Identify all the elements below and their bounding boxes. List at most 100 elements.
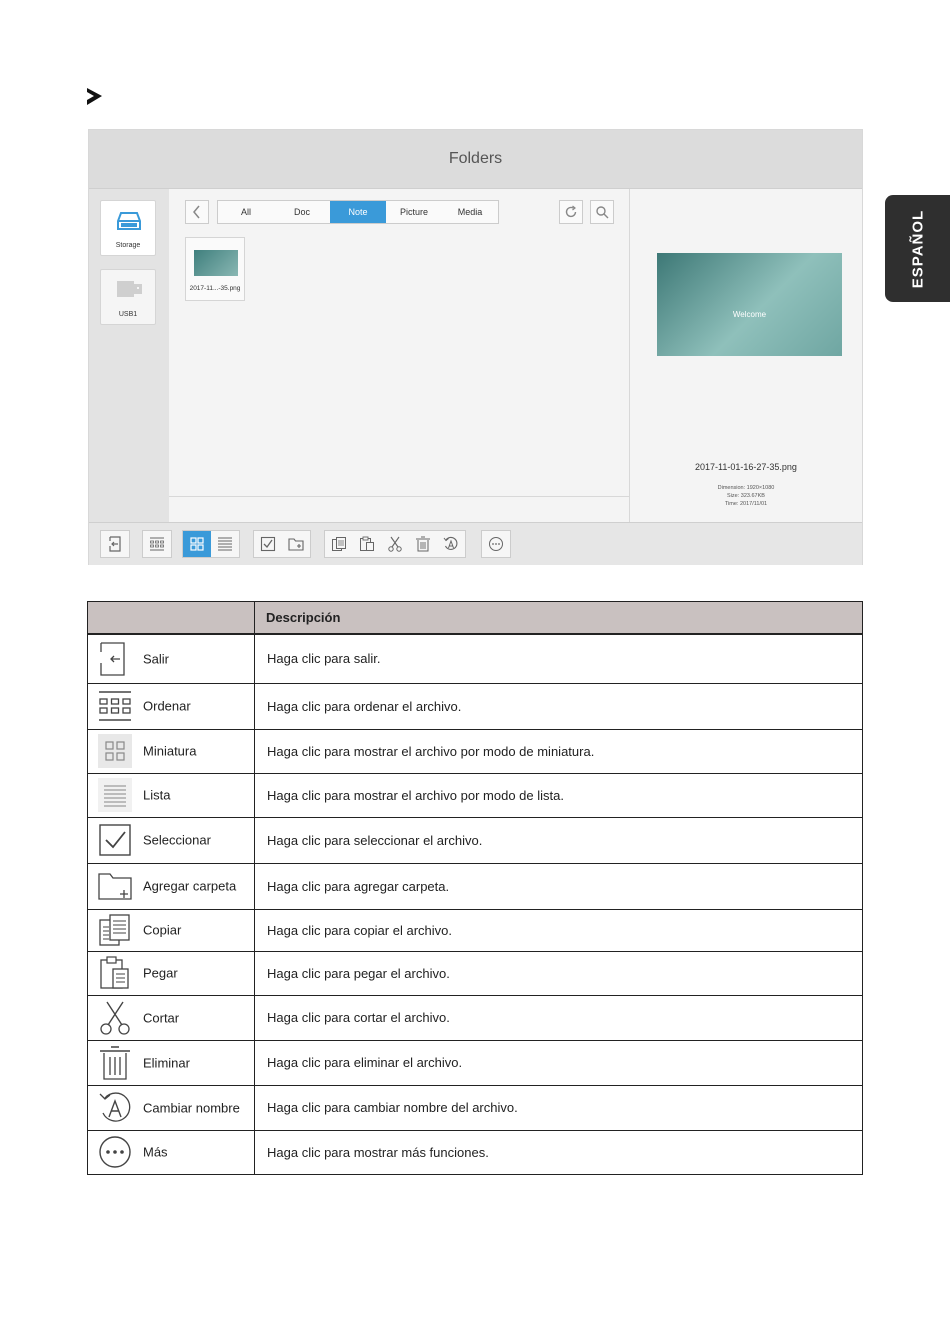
storage-sidebar: Storage USB1 [89, 189, 169, 522]
app-header: Folders [89, 130, 862, 189]
table-row: Salir Haga clic para salir. [87, 633, 863, 684]
row-name: Eliminar [143, 1055, 190, 1070]
folders-app-screenshot: Folders Storage USB1 All Doc Note Pictur… [88, 129, 863, 565]
thumbnail-icon [98, 734, 132, 768]
row-description: Haga clic para mostrar el archivo por mo… [254, 772, 863, 818]
more-icon [98, 1135, 132, 1169]
row-name: Cortar [143, 1010, 180, 1025]
exit-button[interactable] [101, 531, 129, 557]
file-browser: All Doc Note Picture Media 2017-11...-35… [169, 189, 630, 522]
row-description: Haga clic para ordenar el archivo. [254, 682, 863, 730]
preview-image: Welcome [657, 253, 842, 356]
file-preview-panel: Welcome 2017-11-01-16-27-35.png Dimensio… [630, 189, 862, 522]
scissors-icon [98, 1001, 132, 1035]
table-row: Cortar Haga clic para cortar el archivo. [87, 994, 863, 1041]
table-row: Más Haga clic para mostrar más funciones… [87, 1129, 863, 1175]
row-name: Miniatura [143, 743, 197, 759]
sidebar-item-storage[interactable]: Storage [100, 200, 156, 256]
sort-button[interactable] [143, 531, 171, 557]
delete-button[interactable] [409, 531, 437, 557]
language-tab: ESPAÑOL [885, 195, 950, 302]
table-row: Miniatura Haga clic para mostrar el arch… [87, 728, 863, 774]
add-folder-button[interactable] [282, 531, 310, 557]
paste-icon [98, 956, 132, 990]
row-description: Haga clic para seleccionar el archivo. [254, 816, 863, 864]
toolbar-group-sort [142, 530, 172, 558]
paste-icon [360, 536, 374, 551]
row-description: Haga clic para agregar carpeta. [254, 862, 863, 910]
toolbar-group-more [481, 530, 511, 558]
file-name: 2017-11...-35.png [189, 285, 241, 292]
rename-icon [443, 536, 458, 550]
file-thumbnail [194, 250, 238, 276]
tab-doc[interactable]: Doc [274, 201, 330, 223]
toolbar-group-view [182, 530, 240, 558]
search-button[interactable] [590, 200, 614, 224]
refresh-button[interactable] [559, 200, 583, 224]
row-name: Cambiar nombre [143, 1100, 240, 1115]
tab-picture[interactable]: Picture [386, 201, 442, 223]
sort-icon [150, 537, 164, 551]
preview-metadata: Dimension: 1920×1080 Size: 323.67KB Time… [630, 484, 862, 508]
rename-button[interactable] [437, 531, 465, 557]
tab-media[interactable]: Media [442, 201, 498, 223]
select-button[interactable] [254, 531, 282, 557]
preview-size: Size: 323.67KB [727, 493, 765, 499]
table-row: Seleccionar Haga clic para seleccionar e… [87, 816, 863, 864]
table-row: Ordenar Haga clic para ordenar el archiv… [87, 682, 863, 730]
paste-button[interactable] [353, 531, 381, 557]
bottom-toolbar [89, 522, 862, 565]
sort-icon [98, 689, 132, 723]
list-view-button[interactable] [211, 531, 239, 557]
table-row: Pegar Haga clic para pegar el archivo. [87, 950, 863, 996]
thumbnail-view-button[interactable] [183, 531, 211, 557]
row-description: Haga clic para copiar el archivo. [254, 908, 863, 952]
exit-icon [109, 536, 121, 552]
tab-note[interactable]: Note [330, 201, 386, 223]
sidebar-item-label: Storage [115, 242, 141, 249]
file-type-tabs: All Doc Note Picture Media [217, 200, 499, 224]
row-description: Haga clic para eliminar el archivo. [254, 1039, 863, 1086]
rename-icon [98, 1091, 132, 1125]
table-row: Copiar Haga clic para copiar el archivo. [87, 908, 863, 952]
chevron-left-icon [193, 205, 200, 219]
trash-icon [98, 1045, 132, 1080]
row-name: Agregar carpeta [143, 878, 237, 894]
sidebar-item-label: USB1 [118, 311, 138, 318]
list-icon [218, 537, 232, 551]
table-row: Cambiar nombre Haga clic para cambiar no… [87, 1084, 863, 1131]
table-header-row: Descripción [87, 601, 863, 635]
table-header-cell [87, 601, 255, 635]
exit-icon [98, 642, 132, 676]
cut-button[interactable] [381, 531, 409, 557]
add-folder-icon [98, 869, 132, 903]
sidebar-item-usb1[interactable]: USB1 [100, 269, 156, 325]
row-name: Copiar [143, 922, 182, 938]
preview-welcome-text: Welcome [732, 310, 767, 319]
file-item[interactable]: 2017-11...-35.png [185, 237, 245, 301]
row-description: Haga clic para mostrar el archivo por mo… [254, 728, 863, 774]
search-icon [596, 206, 609, 219]
row-description: Haga clic para pegar el archivo. [254, 950, 863, 996]
back-button[interactable] [185, 200, 209, 224]
table-header-cell: Descripción [254, 601, 863, 635]
more-button[interactable] [482, 531, 510, 557]
tab-all[interactable]: All [218, 201, 274, 223]
toolbar-group-exit [100, 530, 130, 558]
copy-icon [332, 537, 346, 551]
checkbox-icon [98, 823, 132, 857]
table-row: Agregar carpeta Haga clic para agregar c… [87, 862, 863, 910]
list-icon [98, 778, 132, 812]
scissors-icon [388, 536, 402, 552]
row-description: Haga clic para cambiar nombre del archiv… [254, 1084, 863, 1131]
preview-dimension: Dimension: 1920×1080 [717, 485, 775, 491]
description-header: Descripción [266, 610, 341, 625]
row-name: Lista [143, 787, 171, 803]
copy-button[interactable] [325, 531, 353, 557]
preview-filename: 2017-11-01-16-27-35.png [695, 462, 797, 472]
storage-icon [117, 212, 141, 230]
checkbox-icon [260, 536, 276, 552]
row-name: Salir [143, 651, 170, 667]
more-icon [489, 537, 503, 551]
row-description: Haga clic para salir. [254, 633, 863, 684]
